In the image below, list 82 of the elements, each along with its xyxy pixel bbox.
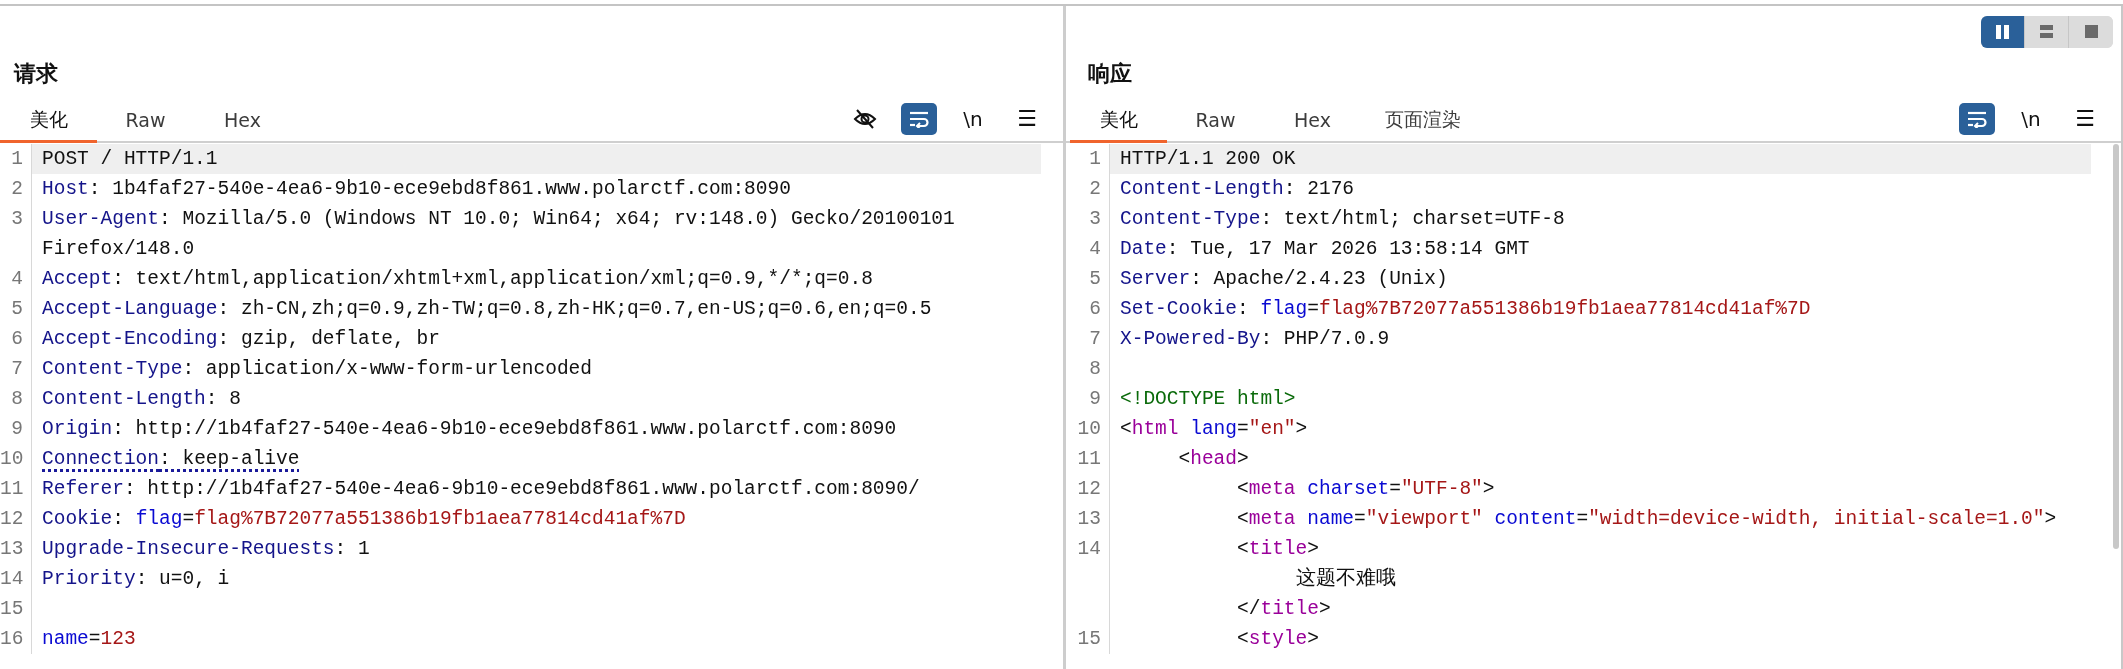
- newline-toggle[interactable]: \n: [2013, 102, 2049, 135]
- newline-toggle[interactable]: \n: [955, 102, 991, 135]
- tab[interactable]: Hex: [1264, 96, 1361, 143]
- line-number: 10: [0, 447, 24, 472]
- line-number: 1: [1089, 147, 1101, 172]
- wrap-icon: [908, 109, 930, 128]
- code-line: Cookie: flag=flag%7B72077a551386b19fb1aea77814cd41af%7D: [41, 507, 687, 532]
- line-number: 3: [1089, 207, 1101, 232]
- rows-icon: [2040, 25, 2053, 39]
- code-line: Accept: text/html,application/xhtml+xml,application/xml;q=0.9,*/*;q=0.8: [41, 267, 874, 292]
- columns-icon: [1996, 25, 2009, 39]
- line-number: 8: [1089, 357, 1101, 382]
- line-number: 7: [11, 357, 23, 382]
- menu-button[interactable]: ☰: [2067, 102, 2103, 135]
- code-line: Firefox/148.0: [41, 237, 196, 262]
- code-line: Date: Tue, 17 Mar 2026 13:58:14 GMT: [1119, 237, 1531, 262]
- line-number: 13: [0, 537, 24, 562]
- line-number: 9: [11, 417, 23, 442]
- code-line: <meta name="viewport" content="width=device-width, initial-scale=1.0">: [1236, 507, 2058, 532]
- line-number: 7: [1089, 327, 1101, 352]
- line-number: 11: [0, 477, 24, 502]
- code-line: Content-Length: 2176: [1119, 177, 1356, 202]
- tab[interactable]: 页面渲染: [1361, 96, 1485, 143]
- line-number: 6: [1089, 297, 1101, 322]
- line-number: 14: [1077, 537, 1101, 562]
- code-line: Content-Type: text/html; charset=UTF-8: [1119, 207, 1566, 232]
- code-line: Host: 1b4faf27-540e-4ea6-9b10-ece9ebd8f861.www.polarctf.com:8090: [41, 177, 792, 202]
- code-line: Connection: keep-alive: [41, 447, 301, 472]
- code-line: Accept-Encoding: gzip, deflate, br: [41, 327, 441, 352]
- scrollbar[interactable]: [2113, 144, 2119, 549]
- panel-title: 响应: [1087, 60, 1132, 88]
- line-number: 13: [1077, 507, 1101, 532]
- line-number: 5: [11, 297, 23, 322]
- code-line: <head>: [1177, 447, 1250, 472]
- code-line: Referer: http://1b4faf27-540e-4ea6-9b10-ece9ebd8f861.www.polarctf.com:8090/: [41, 477, 921, 502]
- line-number: 12: [1077, 477, 1101, 502]
- code-line: <meta charset="UTF-8">: [1236, 477, 1496, 502]
- line-number: 9: [1089, 387, 1101, 412]
- line-number: 15: [1077, 627, 1101, 652]
- code-line: Origin: http://1b4faf27-540e-4ea6-9b10-ece9ebd8f861.www.polarctf.com:8090: [41, 417, 898, 442]
- wrap-toggle[interactable]: [901, 102, 937, 135]
- line-number: 2: [11, 177, 23, 202]
- code-line: 这题不难哦: [1294, 566, 1397, 592]
- code-line: Priority: u=0, i: [41, 567, 231, 592]
- wrap-icon: [1966, 109, 1988, 128]
- line-number: 16: [0, 627, 24, 652]
- code-line: <html lang="en">: [1119, 417, 1309, 442]
- code-line: <title>: [1236, 537, 1320, 562]
- tab[interactable]: Hex: [194, 96, 291, 143]
- line-number: 10: [1077, 417, 1101, 442]
- code-line: Content-Type: application/x-www-form-urlencoded: [41, 357, 593, 382]
- code-line: Accept-Language: zh-CN,zh;q=0.9,zh-TW;q=0.8,zh-HK;q=0.7,en-US;q=0.6,en;q=0.5: [41, 297, 933, 322]
- menu-button[interactable]: ☰: [1009, 102, 1045, 135]
- tab[interactable]: Raw: [97, 96, 194, 143]
- line-number: 5: [1089, 267, 1101, 292]
- code-line: Content-Length: 8: [41, 387, 242, 412]
- layout-button[interactable]: [1981, 16, 2025, 48]
- square-icon: [2084, 25, 2098, 39]
- line-number: 15: [0, 597, 24, 622]
- code-line: Set-Cookie: flag=flag%7B72077a551386b19fb1aea77814cd41af%7D: [1119, 297, 1812, 322]
- code-line: name=123: [41, 627, 137, 652]
- code-line: Upgrade-Insecure-Requests: 1: [41, 537, 371, 562]
- line-number: 6: [11, 327, 23, 352]
- code-line: User-Agent: Mozilla/5.0 (Windows NT 10.0; Win64; x64; rv:148.0) Gecko/20100101: [41, 207, 956, 232]
- line-number: 12: [0, 507, 24, 532]
- panel-title: 请求: [12, 60, 58, 88]
- tab[interactable]: Raw: [1167, 96, 1264, 143]
- code-line: Server: Apache/2.4.23 (Unix): [1119, 267, 1449, 292]
- line-number: 14: [0, 567, 24, 592]
- line-number: 11: [1077, 447, 1101, 472]
- code-line: <style>: [1236, 627, 1320, 652]
- code-line: X-Powered-By: PHP/7.0.9: [1119, 327, 1391, 352]
- code-line: </title>: [1236, 597, 1332, 622]
- code-line: <!DOCTYPE html>: [1119, 387, 1297, 412]
- line-number: 1: [11, 147, 23, 172]
- line-number: 4: [11, 267, 23, 292]
- wrap-toggle[interactable]: [1959, 102, 1995, 135]
- line-number: 4: [1089, 237, 1101, 262]
- line-number: 3: [11, 207, 23, 232]
- eye-slash-icon: [853, 107, 877, 130]
- line-number: 8: [11, 387, 23, 412]
- line-number: 2: [1089, 177, 1101, 202]
